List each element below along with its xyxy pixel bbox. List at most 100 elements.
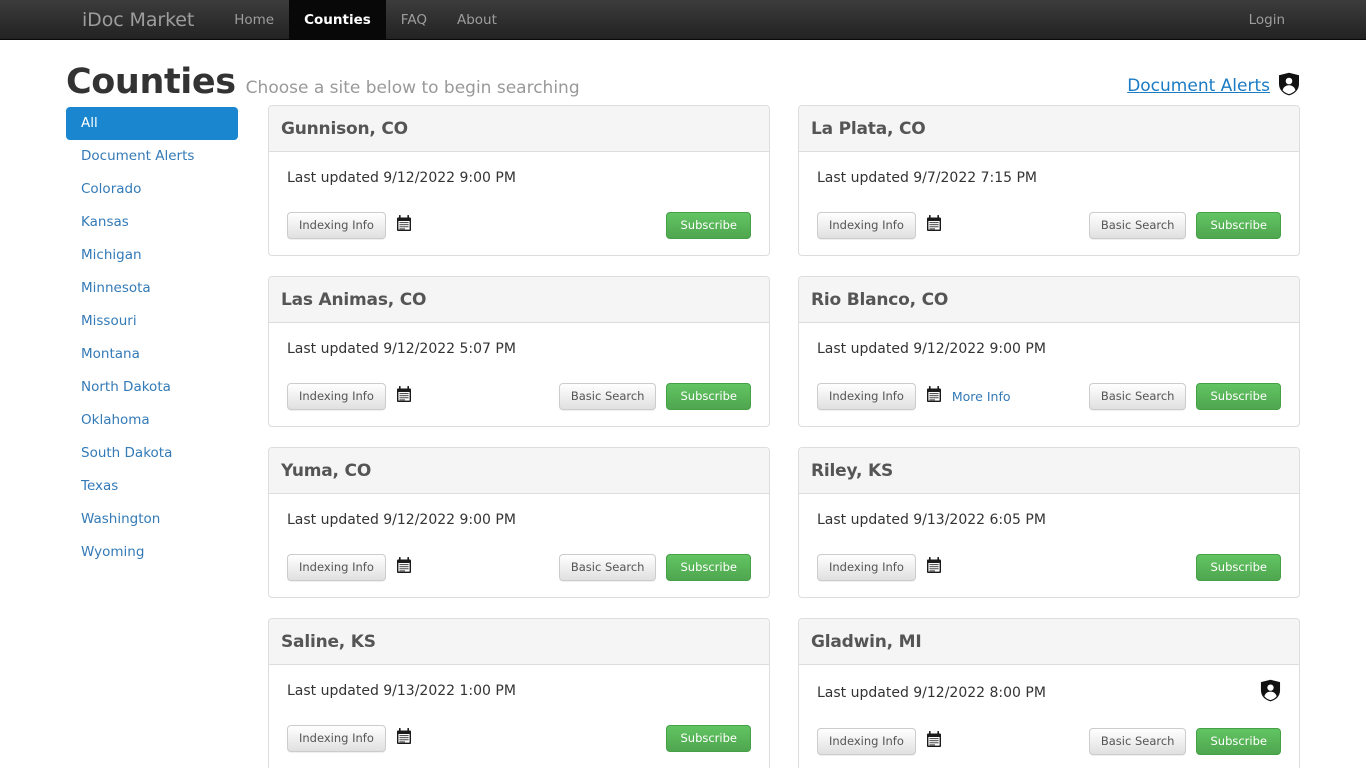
calendar-icon[interactable] [926,386,942,407]
card-date-row: Last updated 9/7/2022 7:15 PM [817,166,1281,190]
sidebar-item-all[interactable]: All [66,107,238,140]
card-body: Last updated 9/13/2022 6:05 PM Indexing I… [799,494,1299,597]
login-link[interactable]: Login [1234,0,1300,39]
card-right-actions: Subscribe [1196,554,1281,581]
indexing-info-button[interactable]: Indexing Info [287,554,386,581]
card-actions: Indexing Info Basic Search Subscribe [817,212,1281,239]
calendar-icon[interactable] [926,215,942,236]
card-date-row: Last updated 9/12/2022 9:00 PM [287,166,751,190]
subscribe-button[interactable]: Subscribe [1196,554,1281,581]
card-body: Last updated 9/12/2022 9:00 PM Indexing I… [269,152,769,255]
card-actions: Indexing Info Subscribe [817,554,1281,581]
indexing-info-button[interactable]: Indexing Info [817,554,916,581]
card-left-actions: Indexing Info [287,383,412,410]
card-header: Saline, KS [269,619,769,665]
sidebar-item-south-dakota[interactable]: South Dakota [66,437,238,470]
calendar-icon[interactable] [396,728,412,749]
last-updated-text: Last updated 9/12/2022 8:00 PM [817,684,1046,701]
sidebar-item-texas[interactable]: Texas [66,470,238,503]
indexing-info-button[interactable]: Indexing Info [287,383,386,410]
page-title: Counties [66,62,236,102]
subscribe-button[interactable]: Subscribe [1196,728,1281,755]
document-alerts-group[interactable]: Document Alerts [1127,64,1300,100]
sidebar-item-wyoming[interactable]: Wyoming [66,536,238,569]
calendar-icon[interactable] [396,386,412,407]
card-actions: Indexing Info Basic Search Subscribe [287,383,751,410]
county-card-grid: Gunnison, CO Last updated 9/12/2022 9:00 … [268,102,1300,768]
page-subtitle: Choose a site below to begin searching [245,78,580,98]
card-date-row: Last updated 9/12/2022 9:00 PM [287,508,751,532]
card-title: Yuma, CO [281,461,372,481]
sidebar-item-north-dakota[interactable]: North Dakota [66,371,238,404]
card-header: Gladwin, MI [799,619,1299,665]
county-card: Yuma, CO Last updated 9/12/2022 9:00 PM In… [268,447,770,598]
card-left-actions: Indexing Info [817,554,942,581]
indexing-info-button[interactable]: Indexing Info [817,212,916,239]
indexing-info-button[interactable]: Indexing Info [287,725,386,752]
sidebar-item-missouri[interactable]: Missouri [66,305,238,338]
sidebar-item-michigan[interactable]: Michigan [66,239,238,272]
basic-search-button[interactable]: Basic Search [1088,212,1187,239]
last-updated-text: Last updated 9/12/2022 9:00 PM [287,512,516,528]
card-actions: Indexing Info Subscribe [287,725,751,752]
card-header: La Plata, CO [799,106,1299,152]
sidebar-item-colorado[interactable]: Colorado [66,173,238,206]
card-left-actions: Indexing Info [817,728,942,755]
subscribe-button[interactable]: Subscribe [1196,212,1281,239]
card-body: Last updated 9/12/2022 5:07 PM Indexing I… [269,323,769,426]
card-title: Rio Blanco, CO [811,290,949,310]
calendar-icon[interactable] [396,215,412,236]
county-card: Rio Blanco, CO Last updated 9/12/2022 9:0… [798,276,1300,427]
card-date-row: Last updated 9/12/2022 5:07 PM [287,337,751,361]
brand-logo[interactable]: iDoc Market [82,0,209,39]
card-body: Last updated 9/7/2022 7:15 PM Indexing In… [799,152,1299,255]
subscribe-button[interactable]: Subscribe [666,212,751,239]
card-title: Gunnison, CO [281,119,408,139]
subscribe-button[interactable]: Subscribe [666,554,751,581]
nav-item-home[interactable]: Home [219,0,289,39]
card-title: Riley, KS [811,461,894,481]
last-updated-text: Last updated 9/13/2022 1:00 PM [287,683,516,699]
card-left-actions: Indexing Info [287,554,412,581]
page-header: Counties Choose a site below to begin se… [66,40,1300,102]
top-navbar: iDoc Market Home Counties FAQ About Login [0,0,1366,40]
indexing-info-button[interactable]: Indexing Info [817,383,916,410]
card-header: Rio Blanco, CO [799,277,1299,323]
nav-item-counties[interactable]: Counties [289,0,386,39]
nav-items: Home Counties FAQ About [219,0,512,39]
document-alerts-link[interactable]: Document Alerts [1127,76,1270,96]
card-left-actions: Indexing Info [287,212,412,239]
calendar-icon[interactable] [926,557,942,578]
card-left-actions: Indexing Info [287,725,412,752]
nav-item-faq[interactable]: FAQ [386,0,442,39]
basic-search-button[interactable]: Basic Search [1088,728,1187,755]
basic-search-button[interactable]: Basic Search [558,383,657,410]
sidebar-item-document-alerts[interactable]: Document Alerts [66,140,238,173]
indexing-info-button[interactable]: Indexing Info [287,212,386,239]
card-date-row: Last updated 9/12/2022 9:00 PM [817,337,1281,361]
calendar-icon[interactable] [926,731,942,752]
subscribe-button[interactable]: Subscribe [1196,383,1281,410]
indexing-info-button[interactable]: Indexing Info [817,728,916,755]
card-right-actions: Basic Search Subscribe [1088,383,1281,410]
county-card: La Plata, CO Last updated 9/7/2022 7:15 P… [798,105,1300,256]
subscribe-button[interactable]: Subscribe [666,725,751,752]
basic-search-button[interactable]: Basic Search [558,554,657,581]
county-card: Gladwin, MI Last updated 9/12/2022 8:00 P… [798,618,1300,768]
card-right-actions: Basic Search Subscribe [558,554,751,581]
calendar-icon[interactable] [396,557,412,578]
sidebar-item-oklahoma[interactable]: Oklahoma [66,404,238,437]
sidebar-item-washington[interactable]: Washington [66,503,238,536]
sidebar-item-montana[interactable]: Montana [66,338,238,371]
card-right-actions: Basic Search Subscribe [558,383,751,410]
more-info-link[interactable]: More Info [952,389,1011,404]
sidebar-item-minnesota[interactable]: Minnesota [66,272,238,305]
subscribe-button[interactable]: Subscribe [666,383,751,410]
county-card: Saline, KS Last updated 9/13/2022 1:00 PM… [268,618,770,768]
sidebar-item-kansas[interactable]: Kansas [66,206,238,239]
card-title: Gladwin, MI [811,632,922,652]
card-header: Riley, KS [799,448,1299,494]
card-right-actions: Basic Search Subscribe [1088,728,1281,755]
basic-search-button[interactable]: Basic Search [1088,383,1187,410]
nav-item-about[interactable]: About [442,0,512,39]
